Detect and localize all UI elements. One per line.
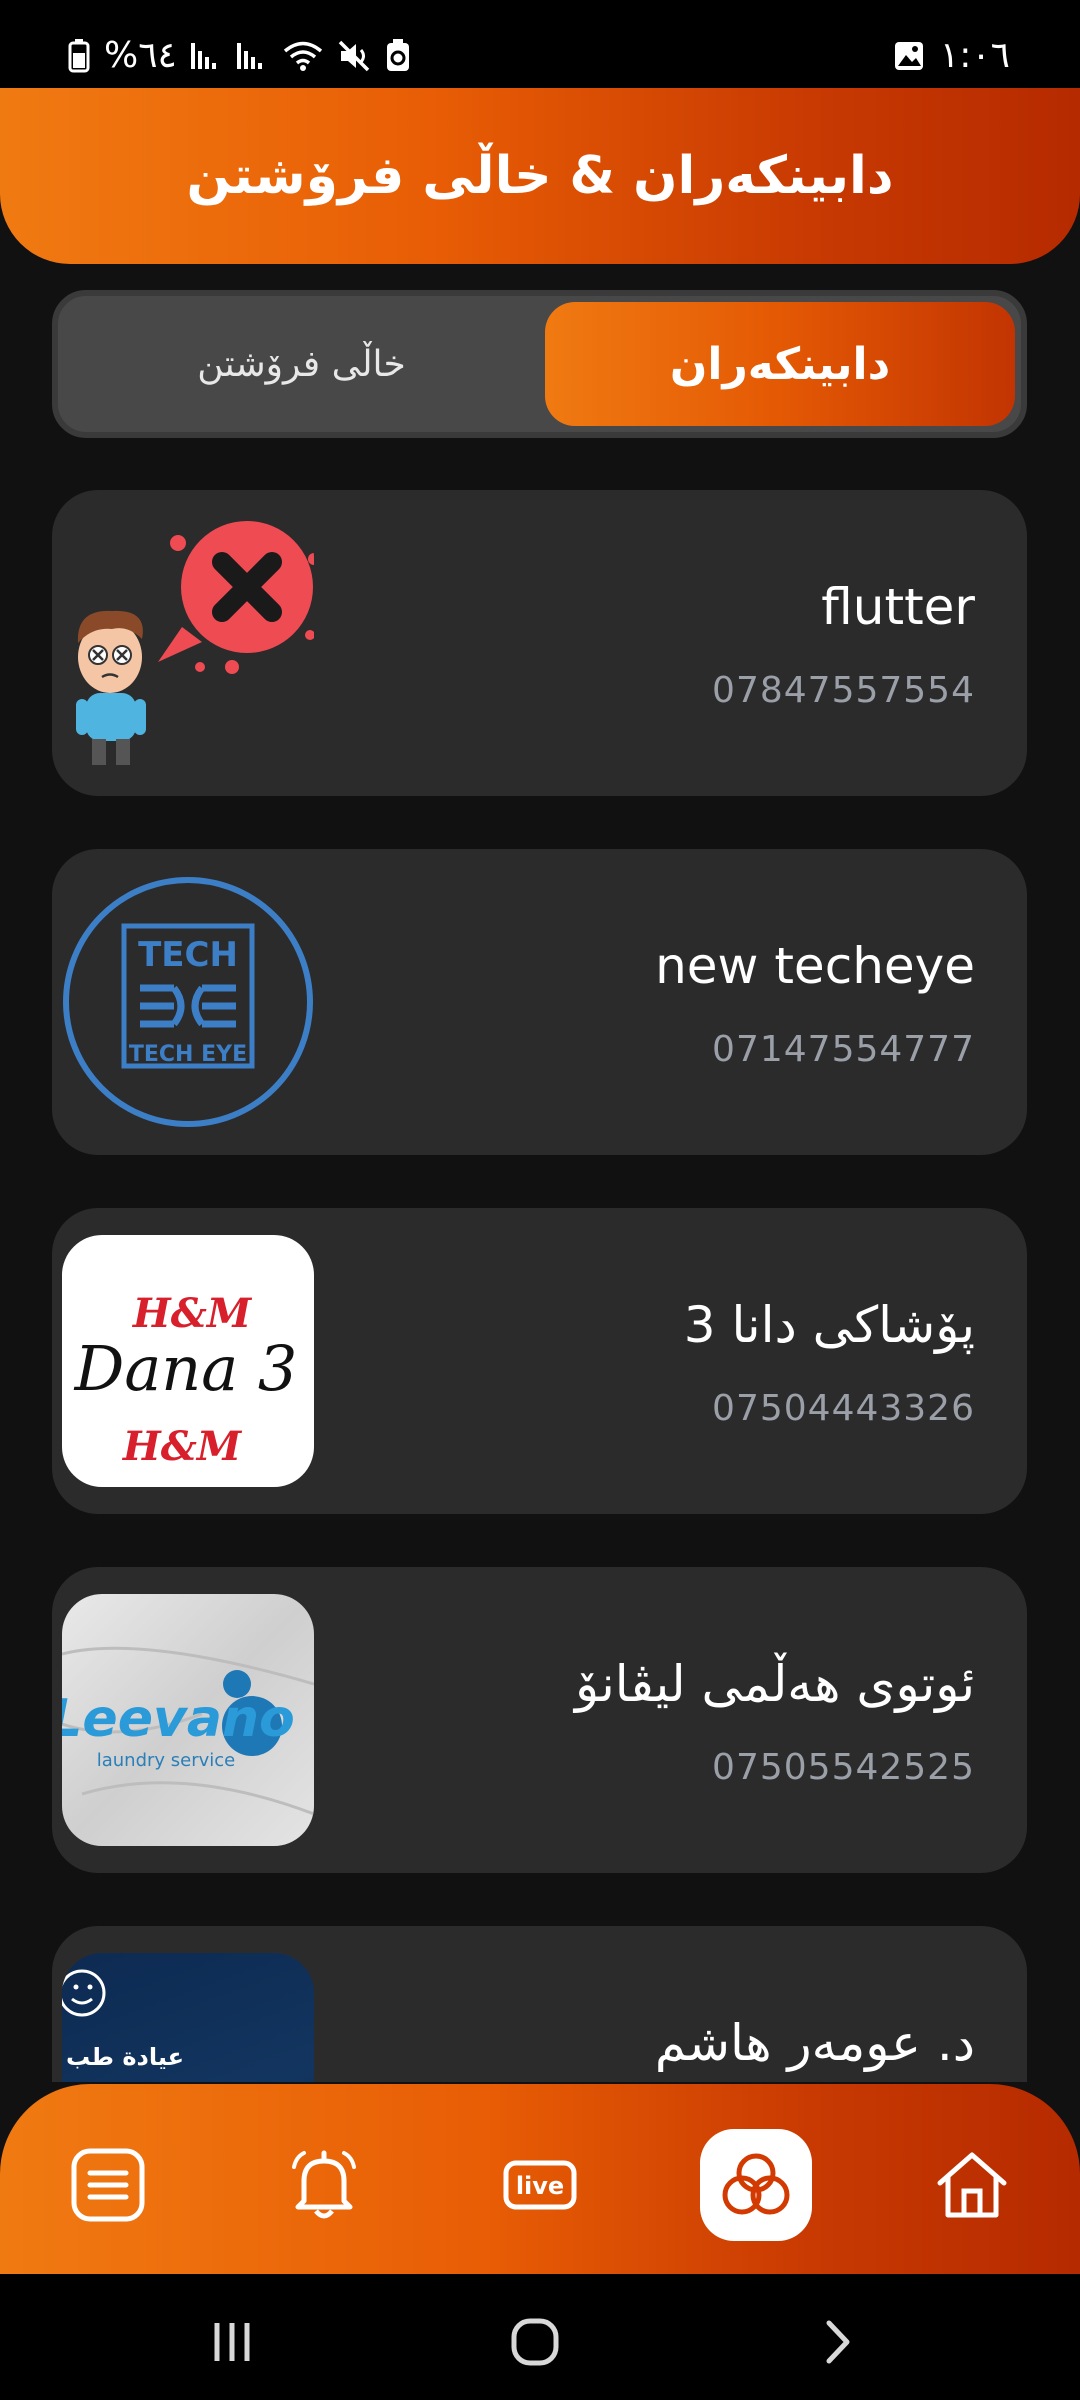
supplier-card[interactable]: عيادة طب د. عومەر هاشم xyxy=(52,1926,1027,2082)
dana-3-hm-logo: H&M Dana 3 H&M xyxy=(62,1235,314,1487)
home-icon xyxy=(937,2152,1007,2218)
home-circle-icon xyxy=(511,2318,559,2366)
clock: ١:٠٦ xyxy=(939,35,1010,76)
tab-suppliers[interactable]: دابینکەران xyxy=(545,302,1015,426)
menu-icon xyxy=(71,2148,145,2222)
tech-logo-top-text: TECH xyxy=(138,935,238,975)
tab-points-of-sale[interactable]: خاڵی فرۆشتن xyxy=(64,302,539,426)
nav-notifications[interactable] xyxy=(268,2129,380,2241)
supplier-phone: 07847557554 xyxy=(712,670,975,711)
clinic-photo-caption: عيادة طب xyxy=(66,2043,184,2071)
dana-logo-text: Dana 3 xyxy=(74,1332,298,1405)
back-button[interactable] xyxy=(808,2312,868,2372)
mute-icon xyxy=(338,40,370,72)
gallery-icon xyxy=(894,42,923,70)
tech-logo-bottom-text: TECH EYE xyxy=(129,1042,247,1067)
home-button[interactable] xyxy=(505,2312,565,2372)
battery-level: %٦٤ xyxy=(104,35,177,76)
recent-apps-button[interactable] xyxy=(202,2312,262,2372)
supplier-card[interactable]: flutter 07847557554 xyxy=(52,490,1027,796)
nav-menu[interactable] xyxy=(52,2129,164,2241)
nav-home[interactable] xyxy=(916,2129,1028,2241)
supplier-card[interactable]: Leevano laundry service ئوتوی هەڵمی لیڤا… xyxy=(52,1567,1027,1873)
chevron-right-icon xyxy=(826,2320,850,2364)
tab-suppliers-label: دابینکەران xyxy=(669,338,891,390)
supplier-name: د. عومەر هاشم xyxy=(654,2014,975,2072)
supplier-name: ئوتوی هەڵمی لیڤانۆ xyxy=(575,1655,975,1713)
stores-icon xyxy=(722,2153,790,2215)
signal-1-icon xyxy=(190,43,216,69)
app-header: دابینکەران & خاڵی فرۆشتن xyxy=(0,88,1080,264)
live-icon: live xyxy=(503,2160,577,2210)
nav-live[interactable]: live xyxy=(484,2129,596,2241)
supplier-list[interactable]: flutter 07847557554 TECH TECH EYE new te… xyxy=(52,490,1027,2082)
status-left: %٦٤ xyxy=(68,38,411,74)
supplier-phone: 07504443326 xyxy=(712,1388,975,1429)
wifi-icon xyxy=(283,41,323,71)
status-right: ١:٠٦ xyxy=(894,38,1010,74)
leevano-logo-subtitle: laundry service xyxy=(97,1750,236,1771)
bell-icon xyxy=(292,2150,356,2219)
segmented-tabs: خاڵی فرۆشتن دابینکەران xyxy=(52,290,1027,438)
tab-points-of-sale-label: خاڵی فرۆشتن xyxy=(197,343,406,385)
supplier-card[interactable]: TECH TECH EYE new techeye 07147554777 xyxy=(52,849,1027,1155)
battery-icon xyxy=(68,39,90,73)
supplier-name: پۆشاکی دانا 3 xyxy=(683,1296,975,1354)
bottom-nav: live xyxy=(0,2084,1080,2274)
live-label: live xyxy=(516,2172,564,2200)
hm-logo-top: H&M xyxy=(132,1290,253,1337)
nav-stores[interactable] xyxy=(700,2129,812,2241)
supplier-phone: 07147554777 xyxy=(712,1029,975,1070)
clinic-photo: عيادة طب xyxy=(62,1953,314,2082)
no-image-placeholder-icon xyxy=(62,517,314,769)
status-bar: %٦٤ ١:٠٦ xyxy=(0,0,1080,88)
recent-apps-icon xyxy=(214,2323,250,2361)
data-saver-icon xyxy=(386,39,409,71)
supplier-name: new techeye xyxy=(655,937,975,995)
supplier-phone: 07505542525 xyxy=(712,1747,975,1788)
supplier-name: flutter xyxy=(821,578,975,636)
leevano-logo-text: Leevano xyxy=(62,1689,295,1749)
system-nav-bar xyxy=(0,2274,1080,2400)
supplier-card[interactable]: H&M Dana 3 H&M پۆشاکی دانا 3 07504443326 xyxy=(52,1208,1027,1514)
signal-2-icon xyxy=(236,43,262,69)
tech-eye-logo: TECH TECH EYE xyxy=(62,876,314,1128)
leevano-logo: Leevano laundry service xyxy=(62,1594,314,1846)
hm-logo-bottom: H&M xyxy=(122,1423,243,1470)
page-title: دابینکەران & خاڵی فرۆشتن xyxy=(186,146,894,206)
